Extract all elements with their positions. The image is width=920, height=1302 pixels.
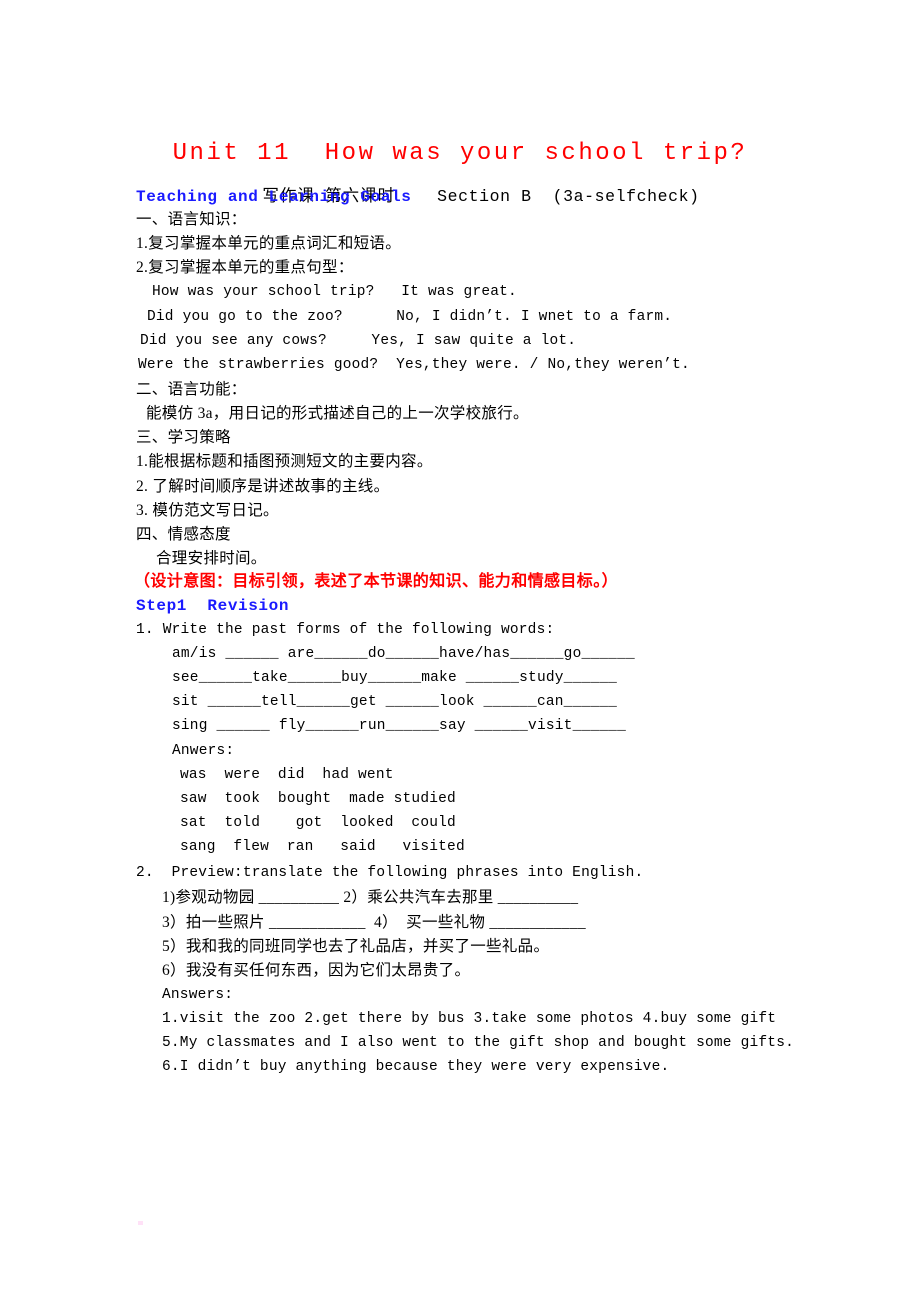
task2-answer-row-2: 5.My classmates and I also went to the g… <box>162 1035 795 1051</box>
task1-answer-row-4: sang flew ran said visited <box>180 839 465 855</box>
section-four-title: 四、情感态度 <box>136 526 231 543</box>
task2-phrase-row-2[interactable]: 3）拍一些照片 ____________ 4） 买一些礼物 __________… <box>162 915 586 931</box>
section-one-title: 一、语言知识： <box>136 211 247 228</box>
task2-phrase-row-1[interactable]: 1)参观动物园 __________ 2）乘公共汽车去那里 __________ <box>162 890 578 906</box>
section-two-body: 能模仿 3a，用日记的形式描述自己的上一次学校旅行。 <box>146 405 529 422</box>
task1-answer-row-3: sat told got looked could <box>180 815 456 831</box>
example-sentence-1: How was your school trip? It was great. <box>152 284 517 300</box>
example-sentence-2: Did you go to the zoo? No, I didn’t. I w… <box>147 309 673 325</box>
task1-prompt: 1. Write the past forms of the following… <box>136 622 555 638</box>
goals-item-1: 1.复习掌握本单元的重点词汇和短语。 <box>136 235 402 252</box>
example-sentence-4: Were the strawberries good? Yes,they wer… <box>138 357 690 373</box>
task2-answer-row-1: 1.visit the zoo 2.get there by bus 3.tak… <box>162 1011 777 1027</box>
task1-answers-label: Anwers: <box>172 743 235 759</box>
strategy-item-2: 2. 了解时间顺序是讲述故事的主线。 <box>136 478 390 495</box>
strategy-item-1: 1.能根据标题和插图预测短文的主要内容。 <box>136 453 433 470</box>
strategy-item-3: 3. 模仿范文写日记。 <box>136 502 279 519</box>
document-page: Unit 11 How was your school trip? 写作课 第六… <box>0 0 920 1302</box>
example-sentence-3: Did you see any cows? Yes, I saw quite a… <box>140 333 577 349</box>
task1-blank-row-4[interactable]: sing ______ fly______run______say ______… <box>172 719 626 734</box>
task2-answer-row-3: 6.I didn’t buy anything because they wer… <box>162 1059 670 1075</box>
goals-heading: Teaching and Learning Goals <box>136 188 412 206</box>
section-three-title: 三、学习策略 <box>136 429 231 446</box>
goals-item-2: 2.复习掌握本单元的重点句型： <box>136 259 354 276</box>
task2-phrase-row-4: 6）我没有买任何东西，因为它们太昂贵了。 <box>162 962 471 979</box>
page-artifact-mark <box>138 1221 143 1225</box>
design-intent-note: （设计意图：目标引领，表述了本节课的知识、能力和情感目标。） <box>134 573 619 590</box>
task2-answers-label: Answers: <box>162 987 234 1003</box>
task1-answer-row-1: was were did had went <box>180 767 394 783</box>
task2-phrase-row-3: 5）我和我的同班同学也去了礼品店，并买了一些礼品。 <box>162 938 550 955</box>
task2-prompt: 2. Preview:translate the following phras… <box>136 865 644 881</box>
task1-blank-row-3[interactable]: sit ______tell______get ______look _____… <box>172 695 617 710</box>
step1-heading: Step1 Revision <box>136 597 290 615</box>
task1-blank-row-1[interactable]: am/is ______ are______do______have/has__… <box>172 647 635 662</box>
section-four-body: 合理安排时间。 <box>156 550 267 567</box>
subtitle-english: Section B (3a-selfcheck) <box>437 187 700 206</box>
task1-answer-row-2: saw took bought made studied <box>180 791 456 807</box>
task1-blank-row-2[interactable]: see______take______buy______make ______s… <box>172 671 617 686</box>
section-two-title: 二、语言功能： <box>136 381 247 398</box>
